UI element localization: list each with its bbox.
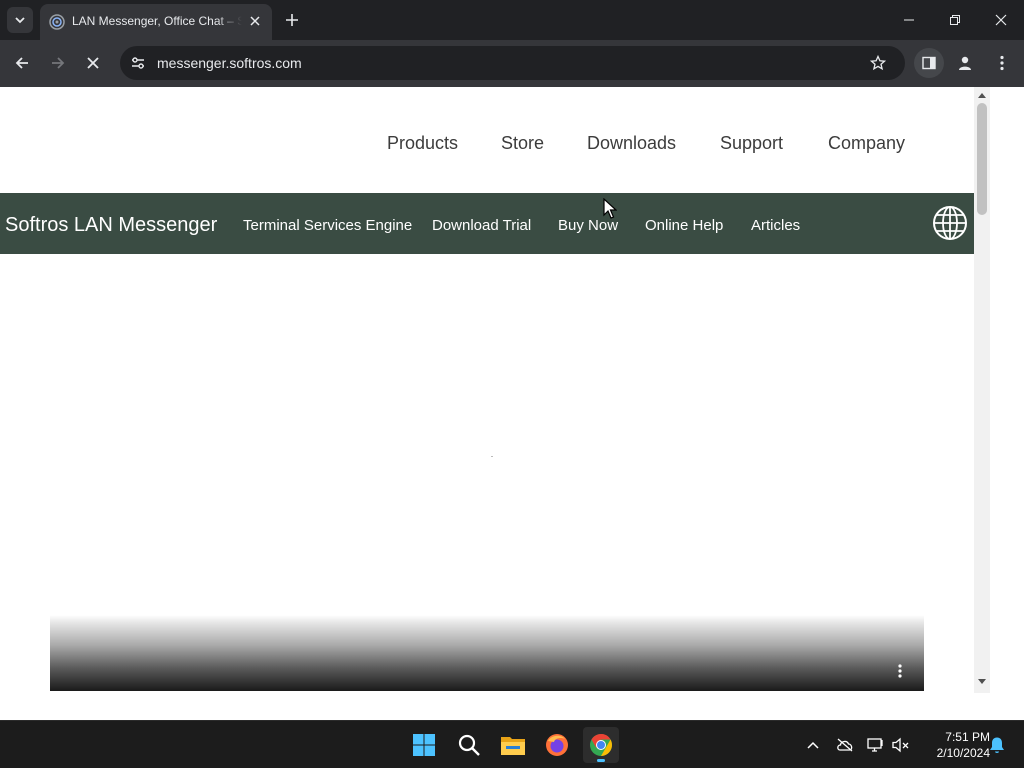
volume-tray-button[interactable] bbox=[891, 735, 911, 755]
active-app-indicator bbox=[597, 759, 605, 762]
subnav-articles[interactable]: Articles bbox=[751, 217, 800, 235]
scroll-thumb[interactable] bbox=[977, 103, 987, 215]
clock-date: 2/10/2024 bbox=[936, 746, 990, 760]
back-button[interactable] bbox=[10, 51, 34, 75]
windows-logo-icon bbox=[413, 734, 435, 756]
subnav-download-trial[interactable]: Download Trial bbox=[432, 217, 531, 235]
chevron-up-icon bbox=[807, 741, 819, 749]
firefox-button[interactable] bbox=[539, 727, 575, 763]
video-options-button[interactable] bbox=[892, 661, 908, 681]
nav-downloads[interactable]: Downloads bbox=[587, 132, 676, 154]
browser-tab-active[interactable]: LAN Messenger, Office Chat – Softros bbox=[40, 4, 272, 40]
page-scrollbar[interactable] bbox=[974, 87, 990, 693]
forward-button[interactable] bbox=[46, 51, 70, 75]
loading-dot bbox=[491, 456, 493, 457]
tab-title: LAN Messenger, Office Chat – Softros bbox=[72, 14, 242, 28]
scroll-down-arrow[interactable] bbox=[974, 675, 990, 687]
windows-taskbar: 7:51 PM 2/10/2024 bbox=[0, 720, 1024, 768]
side-panel-icon bbox=[922, 56, 936, 70]
stop-loading-button[interactable] bbox=[81, 51, 105, 75]
arrow-left-icon bbox=[15, 57, 28, 69]
close-icon bbox=[250, 16, 260, 26]
close-window-button[interactable] bbox=[987, 6, 1015, 34]
close-icon bbox=[995, 14, 1007, 26]
tab-close-button[interactable] bbox=[246, 12, 264, 30]
nav-store[interactable]: Store bbox=[501, 132, 544, 154]
scroll-up-arrow[interactable] bbox=[974, 89, 990, 101]
new-tab-button[interactable] bbox=[282, 10, 302, 30]
start-button[interactable] bbox=[406, 727, 442, 763]
globe-icon[interactable] bbox=[931, 204, 969, 242]
chevron-down-icon bbox=[15, 17, 25, 24]
triangle-down-icon bbox=[978, 678, 986, 684]
more-vertical-icon bbox=[1000, 55, 1004, 71]
close-icon bbox=[87, 57, 99, 69]
minimize-icon bbox=[904, 19, 914, 21]
search-icon bbox=[458, 734, 480, 756]
nav-support[interactable]: Support bbox=[720, 132, 783, 154]
profile-button[interactable] bbox=[953, 51, 977, 75]
product-navigation-bar: Softros LAN Messenger Terminal Services … bbox=[0, 193, 974, 254]
arrow-right-icon bbox=[52, 57, 65, 69]
folder-icon bbox=[501, 737, 525, 755]
chrome-icon bbox=[590, 734, 612, 756]
file-explorer-button[interactable] bbox=[495, 727, 531, 763]
mouse-cursor-icon bbox=[603, 198, 617, 219]
tune-icon bbox=[132, 57, 144, 69]
show-hidden-icons-button[interactable] bbox=[803, 735, 823, 755]
minimize-button[interactable] bbox=[895, 6, 923, 34]
browser-menu-button[interactable] bbox=[992, 51, 1012, 75]
taskbar-clock[interactable]: 7:51 PM 2/10/2024 bbox=[918, 729, 990, 761]
bell-icon bbox=[990, 737, 1004, 753]
page-viewport: Products Store Downloads Support Company… bbox=[0, 87, 1024, 720]
notifications-button[interactable] bbox=[987, 735, 1007, 755]
triangle-up-icon bbox=[978, 92, 986, 98]
nav-company[interactable]: Company bbox=[828, 132, 905, 154]
more-vertical-icon bbox=[898, 664, 902, 678]
top-navigation: Products Store Downloads Support Company bbox=[0, 87, 974, 193]
plus-icon bbox=[286, 14, 298, 26]
onedrive-tray-button[interactable] bbox=[835, 735, 855, 755]
firefox-icon bbox=[546, 734, 568, 756]
tab-search-button[interactable] bbox=[7, 7, 33, 33]
person-icon bbox=[959, 56, 971, 70]
monitor-network-icon bbox=[867, 738, 883, 752]
product-brand-link[interactable]: Softros LAN Messenger bbox=[5, 213, 217, 237]
side-panel-button[interactable] bbox=[914, 48, 944, 78]
address-bar[interactable]: messenger.softros.com bbox=[120, 46, 905, 80]
browser-tab-strip: LAN Messenger, Office Chat – Softros bbox=[0, 0, 1024, 40]
star-icon bbox=[870, 55, 886, 71]
site-info-button[interactable] bbox=[128, 53, 148, 73]
restore-icon bbox=[950, 15, 960, 25]
bookmark-button[interactable] bbox=[868, 53, 888, 73]
browser-toolbar: messenger.softros.com bbox=[0, 40, 1024, 87]
subnav-terminal-services-engine[interactable]: Terminal Services Engine bbox=[243, 217, 412, 235]
network-tray-button[interactable] bbox=[866, 735, 886, 755]
video-player[interactable] bbox=[50, 615, 924, 691]
url-text: messenger.softros.com bbox=[157, 55, 302, 71]
cloud-off-icon bbox=[837, 738, 853, 752]
speaker-muted-icon bbox=[892, 737, 909, 753]
restore-button[interactable] bbox=[941, 6, 969, 34]
chrome-button[interactable] bbox=[583, 727, 619, 763]
softros-favicon-icon bbox=[49, 14, 65, 30]
nav-products[interactable]: Products bbox=[387, 132, 458, 154]
subnav-online-help[interactable]: Online Help bbox=[645, 217, 723, 235]
taskbar-search-button[interactable] bbox=[451, 727, 487, 763]
clock-time: 7:51 PM bbox=[945, 730, 990, 744]
